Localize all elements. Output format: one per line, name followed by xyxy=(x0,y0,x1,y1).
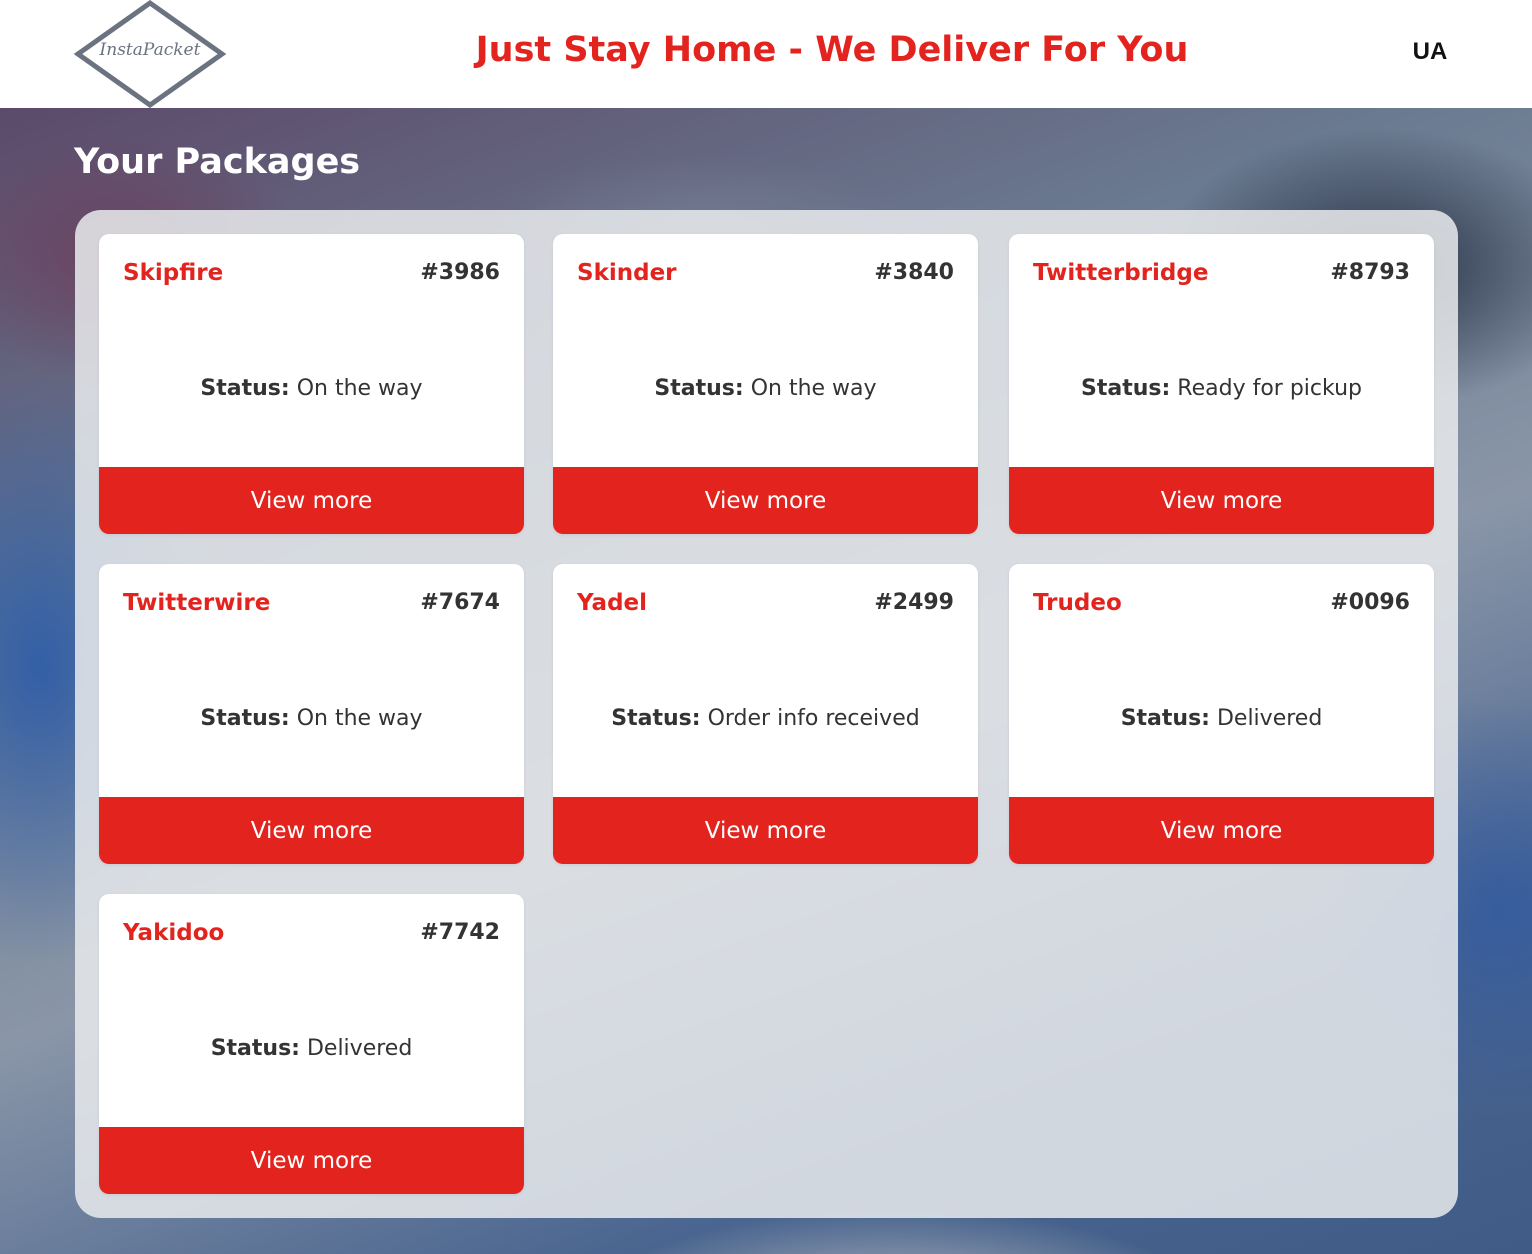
package-card: Skipfire #3986 Status: On the way View m… xyxy=(99,234,524,534)
package-id: #3840 xyxy=(874,260,954,285)
status-value: Delivered xyxy=(1216,706,1323,731)
status-value: Ready for pickup xyxy=(1177,376,1362,401)
package-card: Yakidoo #7742 Status: Delivered View mor… xyxy=(99,894,524,1194)
package-status: Status: On the way xyxy=(99,706,524,731)
view-more-button[interactable]: View more xyxy=(1009,797,1434,864)
package-name: Trudeo xyxy=(1033,590,1122,616)
status-label: Status: xyxy=(1081,376,1171,401)
package-id: #7674 xyxy=(420,590,500,615)
package-name: Skinder xyxy=(577,260,677,286)
status-value: Order info received xyxy=(707,706,920,731)
package-status: Status: Delivered xyxy=(1009,706,1434,731)
status-label: Status: xyxy=(1120,706,1210,731)
packages-panel: Skipfire #3986 Status: On the way View m… xyxy=(75,210,1458,1218)
package-status: Status: On the way xyxy=(553,376,978,401)
package-card: Twitterbridge #8793 Status: Ready for pi… xyxy=(1009,234,1434,534)
package-id: #7742 xyxy=(420,920,500,945)
status-value: Delivered xyxy=(306,1036,413,1061)
status-label: Status: xyxy=(210,1036,300,1061)
view-more-button[interactable]: View more xyxy=(99,797,524,864)
package-name: Yakidoo xyxy=(123,920,225,946)
view-more-button[interactable]: View more xyxy=(1009,467,1434,534)
status-value: On the way xyxy=(296,706,423,731)
package-card: Yadel #2499 Status: Order info received … xyxy=(553,564,978,864)
package-status: Status: On the way xyxy=(99,376,524,401)
status-label: Status: xyxy=(654,376,744,401)
status-label: Status: xyxy=(200,376,290,401)
logo-text: InstaPacket xyxy=(99,40,201,60)
language-switcher[interactable]: UA xyxy=(1400,38,1460,66)
package-card: Twitterwire #7674 Status: On the way Vie… xyxy=(99,564,524,864)
package-name: Yadel xyxy=(577,590,648,616)
package-id: #0096 xyxy=(1330,590,1410,615)
view-more-button[interactable]: View more xyxy=(553,467,978,534)
view-more-button[interactable]: View more xyxy=(99,467,524,534)
package-name: Twitterwire xyxy=(123,590,271,616)
package-status: Status: Order info received xyxy=(553,706,978,731)
logo[interactable]: InstaPacket xyxy=(74,0,226,108)
package-name: Skipfire xyxy=(123,260,224,286)
status-value: On the way xyxy=(750,376,877,401)
view-more-button[interactable]: View more xyxy=(553,797,978,864)
package-id: #8793 xyxy=(1330,260,1410,285)
status-value: On the way xyxy=(296,376,423,401)
status-label: Status: xyxy=(611,706,701,731)
package-name: Twitterbridge xyxy=(1033,260,1209,286)
page-title: Your Packages xyxy=(74,142,361,182)
status-label: Status: xyxy=(200,706,290,731)
package-status: Status: Delivered xyxy=(99,1036,524,1061)
site-tagline: Just Stay Home - We Deliver For You xyxy=(475,30,1189,70)
package-status: Status: Ready for pickup xyxy=(1009,376,1434,401)
view-more-button[interactable]: View more xyxy=(99,1127,524,1194)
package-card: Trudeo #0096 Status: Delivered View more xyxy=(1009,564,1434,864)
site-header: InstaPacket Just Stay Home - We Deliver … xyxy=(0,0,1532,108)
package-id: #3986 xyxy=(420,260,500,285)
package-id: #2499 xyxy=(874,590,954,615)
package-card: Skinder #3840 Status: On the way View mo… xyxy=(553,234,978,534)
